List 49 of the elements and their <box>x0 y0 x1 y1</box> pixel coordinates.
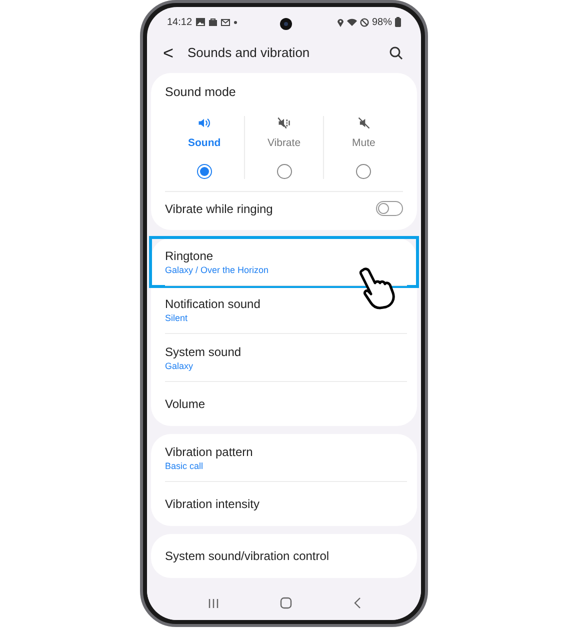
item-subtitle: Basic call <box>165 460 204 472</box>
speaker-icon <box>197 116 212 130</box>
search-icon <box>389 46 403 60</box>
recent-apps-icon <box>208 598 218 608</box>
item-title: Volume <box>165 396 206 412</box>
item-subtitle: Silent <box>165 312 189 324</box>
home-icon <box>280 597 292 609</box>
wifi-icon <box>346 18 357 26</box>
clock: 14:12 <box>167 16 192 30</box>
item-subtitle: Galaxy <box>165 360 194 372</box>
mode-label: Mute <box>352 136 376 151</box>
speaker-muted-icon <box>356 116 371 130</box>
settings-item[interactable]: Volume <box>151 382 417 426</box>
settings-item[interactable]: Vibration pattern Basic call <box>151 434 417 482</box>
bag-icon <box>209 18 218 26</box>
settings-item[interactable]: System sound/vibration control <box>151 534 417 578</box>
mode-label: Sound <box>188 136 221 151</box>
speaker-vibrate-icon <box>277 116 291 130</box>
item-subtitle: Galaxy / Over the Horizon <box>165 264 270 276</box>
back-button[interactable]: < <box>163 44 174 62</box>
radio-button[interactable] <box>276 164 292 178</box>
item-title: Ringtone <box>165 248 214 264</box>
page-title: Sounds and vibration <box>188 44 311 62</box>
settings-item[interactable]: Ringtone Galaxy / Over the Horizon <box>151 238 417 286</box>
settings-item[interactable]: Vibration intensity <box>151 482 417 526</box>
setting-label: Vibrate while ringing <box>165 200 273 218</box>
section-title: Sound mode <box>165 84 237 101</box>
back-icon <box>352 597 360 609</box>
dot-icon <box>234 20 238 24</box>
settings-item[interactable]: Notification sound Silent <box>151 286 417 334</box>
image-icon <box>196 18 206 26</box>
item-title: Vibration intensity <box>165 496 260 512</box>
item-title: System sound/vibration control <box>165 548 330 564</box>
search-button[interactable] <box>387 44 405 62</box>
settings-item[interactable]: System sound Galaxy <box>151 334 417 382</box>
camera-icon <box>280 18 292 30</box>
battery-level: 98% <box>372 16 392 30</box>
battery-icon <box>395 17 401 27</box>
hand-pointer-icon <box>357 266 397 310</box>
envelope-icon <box>221 18 230 26</box>
do-not-disturb-icon <box>360 18 369 26</box>
mode-label: Vibrate <box>267 136 301 151</box>
radio-button[interactable] <box>356 164 372 178</box>
item-title: Vibration pattern <box>165 444 254 460</box>
radio-button[interactable] <box>196 164 212 178</box>
item-title: Notification sound <box>165 296 262 312</box>
toggle-switch[interactable] <box>376 201 403 216</box>
item-title: System sound <box>165 344 242 360</box>
location-icon <box>336 18 344 26</box>
